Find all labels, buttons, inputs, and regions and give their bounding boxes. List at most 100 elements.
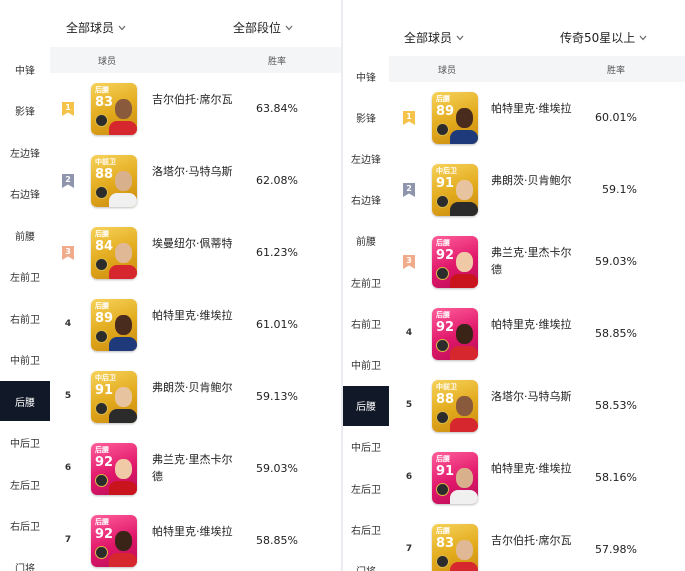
player-portrait	[109, 167, 137, 207]
table-row[interactable]: 4 后腰 92 帕特里克·维埃拉 58.85%	[389, 298, 685, 371]
table-row[interactable]: 5 中前卫 88 洛塔尔·马特乌斯 58.53%	[389, 370, 685, 443]
table-row[interactable]: 5 中后卫 91 弗朗茨·贝肯鲍尔 59.13%	[50, 361, 341, 434]
chevron-down-icon	[639, 35, 647, 40]
card-position: 中前卫	[95, 158, 116, 166]
rank-filter-label: 全部段位	[233, 21, 282, 35]
player-card[interactable]: 后腰 92	[432, 308, 478, 360]
rank-filter-dropdown[interactable]: 传奇50星以上	[560, 29, 647, 46]
rank-medal-icon: 1	[403, 111, 415, 125]
player-filter-dropdown[interactable]: 全部球员	[66, 19, 126, 36]
position-tab[interactable]: 门将	[0, 547, 50, 571]
player-filter-dropdown[interactable]: 全部球员	[404, 29, 464, 46]
table-header: 球员 胜率	[50, 47, 341, 73]
rank-number: 6	[64, 463, 72, 473]
position-tab[interactable]: 中后卫	[343, 427, 389, 467]
position-tab[interactable]: 中锋	[0, 49, 50, 89]
player-name: 吉尔伯托·席尔瓦	[491, 534, 572, 547]
player-card[interactable]: 后腰 83	[432, 524, 478, 571]
rank-medal-icon: 3	[62, 246, 74, 260]
chevron-down-icon	[118, 25, 126, 30]
player-filter-label: 全部球员	[66, 21, 115, 35]
player-card[interactable]: 后腰 83	[91, 83, 137, 135]
player-card[interactable]: 中后卫 91	[432, 164, 478, 216]
rank-medal-icon: 2	[403, 183, 415, 197]
position-tab[interactable]: 后腰	[343, 385, 389, 426]
position-tab[interactable]: 前腰	[0, 215, 50, 255]
position-tab[interactable]: 左后卫	[0, 464, 50, 504]
left-panel: 中锋 影锋 左边锋 右边锋 前腰 左前卫 右前卫 中前卫 后腰 中后卫 左后卫 右后卫 门将 全部球员 …	[0, 0, 341, 571]
player-card[interactable]: 后腰 92	[91, 443, 137, 495]
position-tab[interactable]: 中后卫	[0, 423, 50, 463]
position-tab[interactable]: 左前卫	[0, 257, 50, 297]
player-portrait	[450, 248, 478, 288]
player-card[interactable]: 后腰 84	[91, 227, 137, 279]
player-portrait	[450, 536, 478, 571]
position-tab[interactable]: 左前卫	[343, 262, 389, 302]
column-header-player: 球员	[438, 66, 457, 76]
position-tab[interactable]: 门将	[343, 550, 389, 571]
player-card[interactable]: 后腰 91	[432, 452, 478, 504]
rank-filter-dropdown[interactable]: 全部段位	[233, 19, 293, 36]
position-tab[interactable]: 后腰	[0, 381, 50, 421]
rank-medal-icon: 2	[62, 174, 74, 188]
table-row[interactable]: 6 后腰 91 帕特里克·维埃拉 58.16%	[389, 442, 685, 515]
player-name: 帕特里克·维埃拉	[152, 309, 233, 322]
table-row[interactable]: 3 后腰 84 埃曼纽尔·佩蒂特 61.23%	[50, 217, 341, 290]
table-row[interactable]: 6 后腰 92 弗兰克·里杰卡尔德 59.03%	[50, 433, 341, 506]
card-position: 中后卫	[95, 374, 116, 382]
player-portrait	[450, 320, 478, 360]
position-tab[interactable]: 右前卫	[0, 298, 50, 338]
table-row[interactable]: 7 后腰 83 吉尔伯托·席尔瓦 57.98%	[389, 514, 685, 571]
card-position: 后腰	[436, 527, 450, 535]
position-tab[interactable]: 右边锋	[343, 180, 389, 220]
table-row[interactable]: 2 中前卫 88 洛塔尔·马特乌斯 62.08%	[50, 145, 341, 218]
card-grade-icon	[436, 123, 449, 136]
win-rate: 59.03%	[595, 255, 637, 268]
player-name: 帕特里克·维埃拉	[491, 318, 572, 331]
player-name: 埃曼纽尔·佩蒂特	[152, 237, 233, 250]
card-grade-icon	[95, 258, 108, 271]
player-portrait	[109, 95, 137, 135]
position-tab[interactable]: 前腰	[343, 221, 389, 261]
player-card[interactable]: 后腰 92	[432, 236, 478, 288]
position-tab[interactable]: 左边锋	[343, 138, 389, 178]
table-row[interactable]: 1 后腰 89 帕特里克·维埃拉 60.01%	[389, 82, 685, 155]
player-portrait	[109, 311, 137, 351]
position-tab[interactable]: 右边锋	[0, 174, 50, 214]
table-row[interactable]: 1 后腰 83 吉尔伯托·席尔瓦 63.84%	[50, 73, 341, 146]
rank-number: 3	[406, 256, 412, 265]
position-tab[interactable]: 左边锋	[0, 132, 50, 172]
card-grade-icon	[95, 546, 108, 559]
win-rate: 59.1%	[602, 183, 637, 196]
rank-number: 3	[65, 247, 71, 256]
table-row[interactable]: 4 后腰 89 帕特里克·维埃拉 61.01%	[50, 289, 341, 362]
win-rate: 58.16%	[595, 471, 637, 484]
player-card[interactable]: 后腰 89	[91, 299, 137, 351]
card-grade-icon	[436, 483, 449, 496]
position-tab[interactable]: 左后卫	[343, 468, 389, 508]
table-row[interactable]: 2 中后卫 91 弗朗茨·贝肯鲍尔 59.1%	[389, 154, 685, 227]
rank-number: 2	[65, 175, 71, 184]
table-row[interactable]: 7 后腰 92 帕特里克·维埃拉 58.85%	[50, 505, 341, 571]
position-tab[interactable]: 中锋	[343, 56, 389, 96]
player-card[interactable]: 后腰 89	[432, 92, 478, 144]
win-rate: 58.85%	[595, 327, 637, 340]
player-portrait	[450, 464, 478, 504]
player-portrait	[450, 176, 478, 216]
table-row[interactable]: 3 后腰 92 弗兰克·里杰卡尔德 59.03%	[389, 226, 685, 299]
position-tab[interactable]: 右后卫	[343, 509, 389, 549]
position-tab[interactable]: 右前卫	[343, 303, 389, 343]
position-tab[interactable]: 影锋	[343, 97, 389, 137]
player-card[interactable]: 后腰 92	[91, 515, 137, 567]
position-tab[interactable]: 中前卫	[343, 344, 389, 384]
position-tab[interactable]: 中前卫	[0, 340, 50, 380]
position-tab[interactable]: 影锋	[0, 91, 50, 131]
chevron-down-icon	[285, 25, 293, 30]
player-card[interactable]: 中前卫 88	[432, 380, 478, 432]
player-name: 弗兰克·里杰卡尔德	[491, 246, 572, 276]
player-card[interactable]: 中前卫 88	[91, 155, 137, 207]
player-card[interactable]: 中后卫 91	[91, 371, 137, 423]
position-tab[interactable]: 右后卫	[0, 506, 50, 546]
rank-number: 7	[405, 544, 413, 554]
rank-filter-label: 传奇50星以上	[560, 31, 636, 45]
